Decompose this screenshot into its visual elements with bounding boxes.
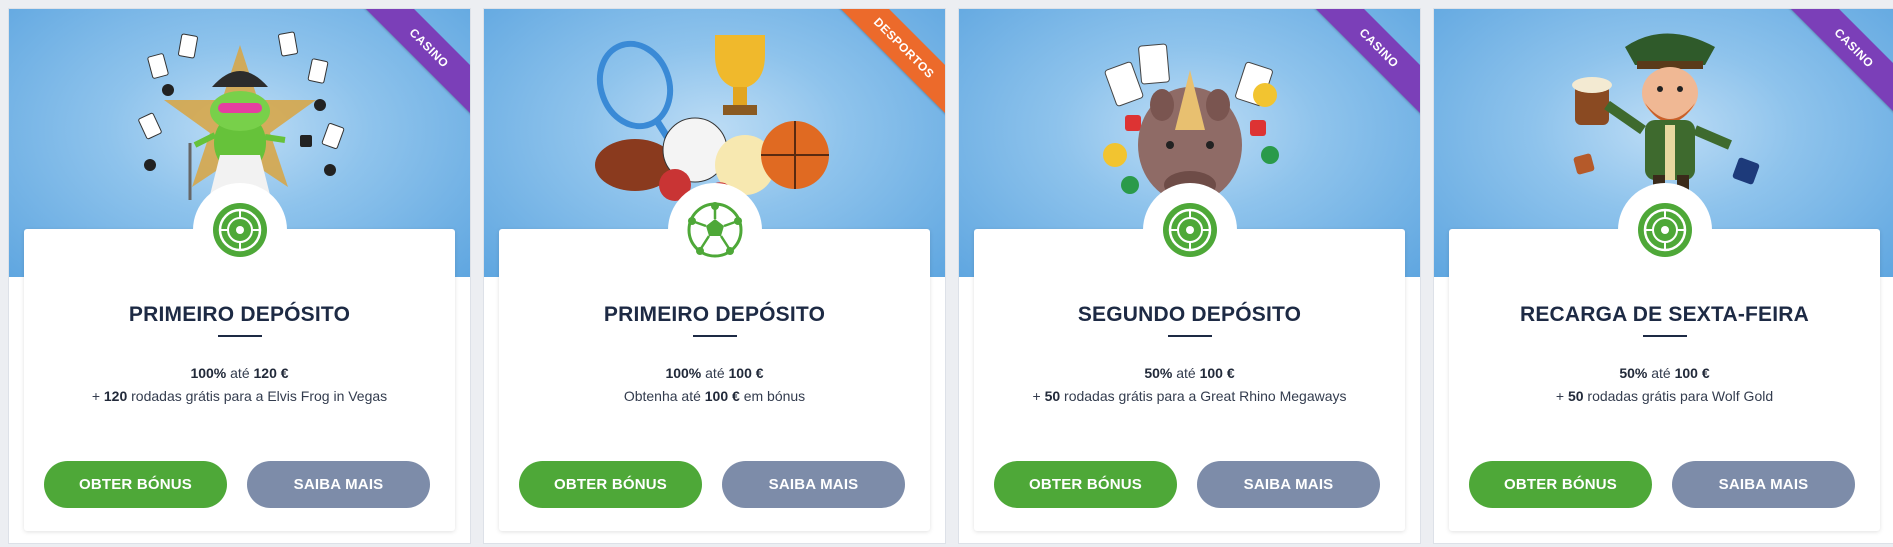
- bonus-detail-line: + 50 rodadas grátis para a Great Rhino M…: [1032, 388, 1347, 404]
- ribbon-label: DESPORTOS: [831, 9, 945, 121]
- learn-more-button[interactable]: SAIBA MAIS: [247, 461, 430, 508]
- bonus-percentage-line: 100% até 120 €: [190, 365, 289, 381]
- promo-panel: PRIMEIRO DEPÓSITO 100% até 120 € + 120 r…: [24, 183, 455, 531]
- promo-card-casino-first-deposit: CASINO PRIMEIRO DEPÓSITO 100% até 120 € …: [8, 8, 471, 544]
- learn-more-button[interactable]: SAIBA MAIS: [1197, 461, 1380, 508]
- title-divider: [692, 335, 737, 337]
- get-bonus-button[interactable]: OBTER BÓNUS: [44, 461, 227, 508]
- promo-card-casino-friday-reload: CASINO RECARGA DE SEXTA-FEIRA 50% até 10…: [1433, 8, 1893, 544]
- soccer-ball-icon: [667, 183, 762, 277]
- promotions-grid: CASINO PRIMEIRO DEPÓSITO 100% até 120 € …: [0, 0, 1893, 547]
- learn-more-button[interactable]: SAIBA MAIS: [722, 461, 905, 508]
- promo-title: PRIMEIRO DEPÓSITO: [128, 303, 351, 326]
- title-divider: [217, 335, 262, 337]
- ribbon-label: CASINO: [356, 9, 470, 121]
- category-ribbon: DESPORTOS: [825, 9, 945, 129]
- bonus-detail-line: + 50 rodadas grátis para Wolf Gold: [1555, 388, 1774, 404]
- promo-card-casino-second-deposit: CASINO SEGUNDO DEPÓSITO 50% até 100 € + …: [958, 8, 1421, 544]
- category-ribbon: CASINO: [1775, 9, 1893, 129]
- get-bonus-button[interactable]: OBTER BÓNUS: [994, 461, 1177, 508]
- promo-title: PRIMEIRO DEPÓSITO: [603, 303, 826, 326]
- learn-more-button[interactable]: SAIBA MAIS: [1672, 461, 1855, 508]
- category-ribbon: CASINO: [1300, 9, 1420, 129]
- ribbon-label: CASINO: [1306, 9, 1420, 121]
- roulette-icon: [1617, 183, 1712, 277]
- bonus-percentage-line: 50% até 100 €: [1619, 365, 1710, 381]
- roulette-icon: [192, 183, 287, 277]
- bonus-detail-line: Obtenha até 100 € em bónus: [623, 388, 806, 404]
- promo-panel: RECARGA DE SEXTA-FEIRA 50% até 100 € + 5…: [1449, 183, 1880, 531]
- ribbon-label: CASINO: [1781, 9, 1893, 121]
- promo-title: RECARGA DE SEXTA-FEIRA: [1519, 303, 1810, 326]
- title-divider: [1167, 335, 1212, 337]
- category-ribbon: CASINO: [350, 9, 470, 129]
- bonus-detail-line: + 120 rodadas grátis para a Elvis Frog i…: [91, 388, 388, 404]
- promo-panel: SEGUNDO DEPÓSITO 50% até 100 € + 50 roda…: [974, 183, 1405, 531]
- title-divider: [1642, 335, 1687, 337]
- promo-panel: PRIMEIRO DEPÓSITO 100% até 100 € Obtenha…: [499, 183, 930, 531]
- promo-title: SEGUNDO DEPÓSITO: [1077, 303, 1302, 326]
- roulette-icon: [1142, 183, 1237, 277]
- get-bonus-button[interactable]: OBTER BÓNUS: [1469, 461, 1652, 508]
- bonus-percentage-line: 50% até 100 €: [1144, 365, 1235, 381]
- bonus-percentage-line: 100% até 100 €: [665, 365, 764, 381]
- get-bonus-button[interactable]: OBTER BÓNUS: [519, 461, 702, 508]
- promo-card-sports-first-deposit: DESPORTOS PRIMEIRO DEPÓSITO 100% até 100…: [483, 8, 946, 544]
